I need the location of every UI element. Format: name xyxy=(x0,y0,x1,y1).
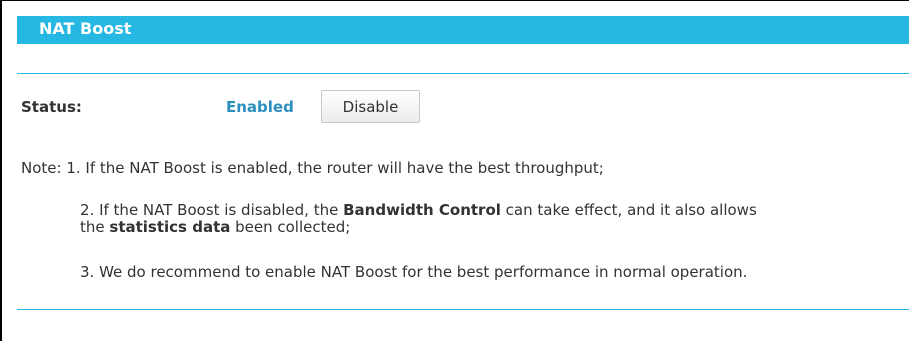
note-2b-text-a: the xyxy=(80,218,110,236)
note-line-3: 3. We do recommend to enable NAT Boost f… xyxy=(80,263,748,281)
note-line-2: 2. If the NAT Boost is disabled, the Ban… xyxy=(80,201,757,219)
note-2b-text-b: been collected; xyxy=(230,218,351,236)
status-value: Enabled xyxy=(226,98,294,116)
status-label: Status: xyxy=(21,98,82,116)
page-frame: NAT Boost Status: Enabled Disable Note: … xyxy=(0,0,909,341)
section-header: NAT Boost xyxy=(17,16,909,44)
note-2-bandwidth-control: Bandwidth Control xyxy=(343,201,501,219)
divider-bottom xyxy=(17,309,909,310)
divider-top xyxy=(17,73,909,74)
note-2b-statistics-data: statistics data xyxy=(109,218,231,236)
disable-button[interactable]: Disable xyxy=(321,90,420,123)
note-line-2-continued: the statistics data been collected; xyxy=(80,218,350,236)
section-title: NAT Boost xyxy=(39,19,132,38)
note-2-text-b: can take effect, and it also allows xyxy=(500,201,757,219)
note-line-1: Note: 1. If the NAT Boost is enabled, th… xyxy=(21,159,604,177)
note-2-text-a: 2. If the NAT Boost is disabled, the xyxy=(80,201,344,219)
